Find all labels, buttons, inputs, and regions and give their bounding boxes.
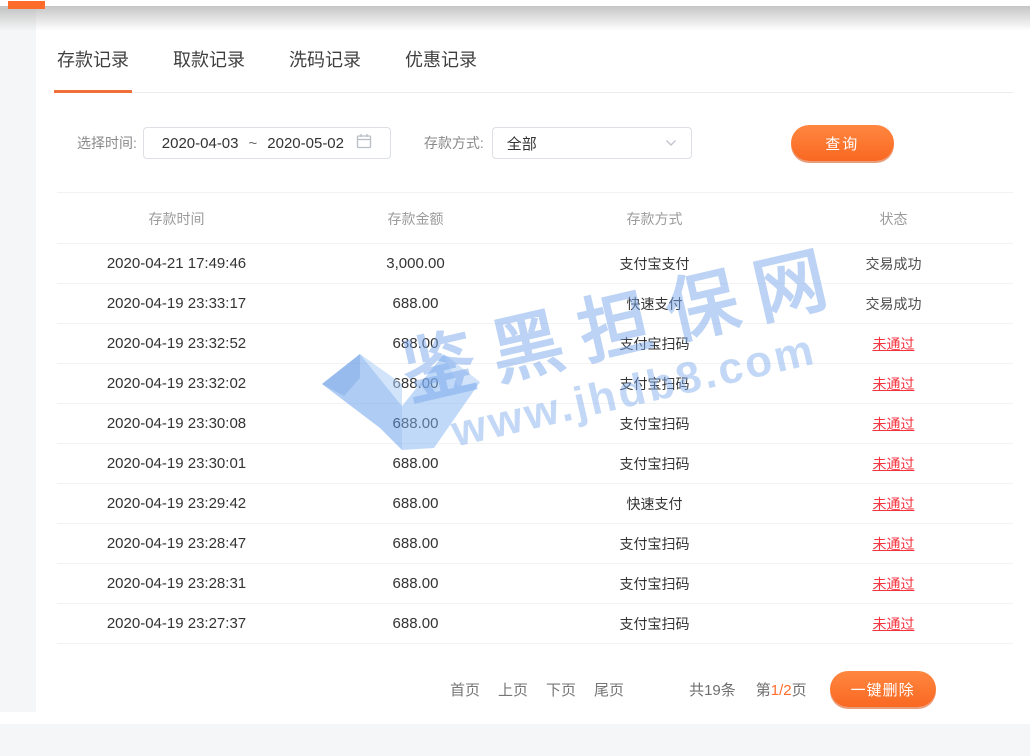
pagination-total: 共19条 (689, 679, 736, 700)
table-row: 2020-04-19 23:30:01688.00支付宝扫码未通过 (57, 444, 1013, 484)
cell-status: 交易成功 (774, 294, 1013, 314)
table-row: 2020-04-19 23:28:31688.00支付宝扫码未通过 (57, 564, 1013, 604)
pagination-prev[interactable]: 上页 (498, 679, 528, 700)
filter-row: 选择时间: 2020-04-03 ~ 2020-05-02 存款方式: (57, 125, 1013, 161)
date-range-input[interactable]: 2020-04-03 ~ 2020-05-02 (143, 127, 391, 159)
current-page: 1/2 (771, 682, 792, 699)
cell-time: 2020-04-19 23:32:52 (57, 335, 296, 352)
time-filter-label: 选择时间: (77, 133, 137, 153)
tab-withdrawal-records[interactable]: 取款记录 (173, 48, 245, 72)
cell-amount: 688.00 (296, 535, 535, 552)
deposit-method-label: 存款方式: (424, 133, 484, 153)
records-card: 存款记录 取款记录 洗码记录 优惠记录 选择时间: 2020-04-03 ~ 2… (36, 8, 1030, 724)
deposit-method-value: 全部 (507, 133, 537, 154)
table-row: 2020-04-19 23:30:08688.00支付宝扫码未通过 (57, 404, 1013, 444)
cell-method: 支付宝扫码 (535, 414, 774, 434)
cell-amount: 688.00 (296, 615, 535, 632)
tab-rebate-records[interactable]: 洗码记录 (289, 48, 361, 72)
cell-time: 2020-04-19 23:30:08 (57, 415, 296, 432)
table-header-row: 存款时间 存款金额 存款方式 状态 (57, 192, 1013, 244)
header-deposit-method: 存款方式 (535, 193, 774, 243)
cell-amount: 688.00 (296, 415, 535, 432)
page: 存款记录 取款记录 洗码记录 优惠记录 选择时间: 2020-04-03 ~ 2… (0, 0, 1030, 756)
cell-amount: 688.00 (296, 375, 535, 392)
cell-method: 支付宝扫码 (535, 334, 774, 354)
pagination-next[interactable]: 下页 (546, 679, 576, 700)
query-button[interactable]: 查询 (791, 125, 894, 161)
cell-method: 支付宝扫码 (535, 614, 774, 634)
cell-status[interactable]: 未通过 (774, 374, 1013, 394)
cell-amount: 688.00 (296, 295, 535, 312)
cell-time: 2020-04-19 23:28:47 (57, 535, 296, 552)
pagination-indicator: 第1/2页 (756, 679, 807, 700)
cell-method: 支付宝扫码 (535, 534, 774, 554)
table-row: 2020-04-19 23:29:42688.00快速支付未通过 (57, 484, 1013, 524)
cell-method: 支付宝扫码 (535, 574, 774, 594)
cell-method: 支付宝扫码 (535, 454, 774, 474)
header-deposit-time: 存款时间 (57, 193, 296, 243)
header-status: 状态 (774, 193, 1013, 243)
cell-status[interactable]: 未通过 (774, 534, 1013, 554)
calendar-icon (356, 133, 372, 153)
cell-time: 2020-04-19 23:33:17 (57, 295, 296, 312)
deposit-method-select[interactable]: 全部 (492, 127, 692, 159)
records-table: 存款时间 存款金额 存款方式 状态 2020-04-21 17:49:463,0… (57, 192, 1013, 644)
bottom-gutter (0, 724, 1030, 756)
cell-status[interactable]: 未通过 (774, 414, 1013, 434)
pagination: 首页 上页 下页 尾页 共19条 第1/2页 一键删除 (57, 671, 1013, 707)
top-left-accent-bar (8, 1, 45, 9)
date-separator: ~ (249, 135, 258, 152)
cell-status[interactable]: 未通过 (774, 494, 1013, 514)
cell-time: 2020-04-19 23:28:31 (57, 575, 296, 592)
cell-time: 2020-04-21 17:49:46 (57, 255, 296, 272)
cell-status[interactable]: 未通过 (774, 334, 1013, 354)
chevron-down-icon (665, 139, 677, 147)
cell-amount: 688.00 (296, 335, 535, 352)
table-row: 2020-04-21 17:49:463,000.00支付宝支付交易成功 (57, 244, 1013, 284)
cell-amount: 688.00 (296, 455, 535, 472)
table-row: 2020-04-19 23:27:37688.00支付宝扫码未通过 (57, 604, 1013, 644)
table-row: 2020-04-19 23:33:17688.00快速支付交易成功 (57, 284, 1013, 324)
date-start-value: 2020-04-03 (162, 135, 239, 152)
date-end-value: 2020-05-02 (267, 135, 344, 152)
cell-status[interactable]: 未通过 (774, 614, 1013, 634)
tab-bar: 存款记录 取款记录 洗码记录 优惠记录 (57, 48, 1013, 93)
table-row: 2020-04-19 23:28:47688.00支付宝扫码未通过 (57, 524, 1013, 564)
cell-amount: 688.00 (296, 575, 535, 592)
cell-amount: 688.00 (296, 495, 535, 512)
pagination-first[interactable]: 首页 (450, 679, 480, 700)
pagination-last[interactable]: 尾页 (594, 679, 624, 700)
table-body: 2020-04-21 17:49:463,000.00支付宝支付交易成功2020… (57, 244, 1013, 644)
cell-method: 快速支付 (535, 494, 774, 514)
tab-promotion-records[interactable]: 优惠记录 (405, 48, 477, 72)
cell-time: 2020-04-19 23:32:02 (57, 375, 296, 392)
cell-time: 2020-04-19 23:27:37 (57, 615, 296, 632)
cell-time: 2020-04-19 23:29:42 (57, 495, 296, 512)
cell-amount: 3,000.00 (296, 255, 535, 272)
table-row: 2020-04-19 23:32:02688.00支付宝扫码未通过 (57, 364, 1013, 404)
cell-status[interactable]: 未通过 (774, 454, 1013, 474)
cell-time: 2020-04-19 23:30:01 (57, 455, 296, 472)
tab-deposit-records[interactable]: 存款记录 (57, 48, 129, 72)
cell-status: 交易成功 (774, 254, 1013, 274)
cell-method: 支付宝扫码 (535, 374, 774, 394)
header-deposit-amount: 存款金额 (296, 193, 535, 243)
table-row: 2020-04-19 23:32:52688.00支付宝扫码未通过 (57, 324, 1013, 364)
cell-method: 支付宝支付 (535, 254, 774, 274)
cell-status[interactable]: 未通过 (774, 574, 1013, 594)
cell-method: 快速支付 (535, 294, 774, 314)
left-gutter (0, 8, 36, 712)
delete-all-button[interactable]: 一键删除 (830, 671, 936, 707)
